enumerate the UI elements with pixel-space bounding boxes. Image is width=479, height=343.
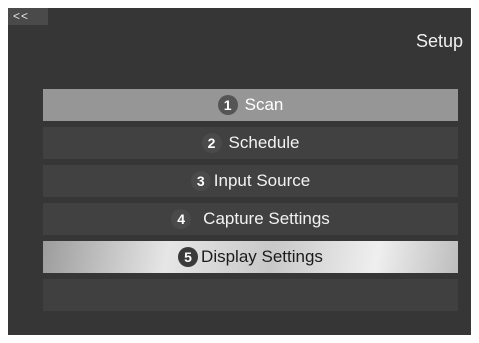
menu-item-label: Input Source — [213, 171, 311, 190]
menu-item-label: Scan — [244, 95, 284, 114]
number-badge-2: 2 — [201, 133, 222, 153]
menu-item-label: Display Settings — [201, 247, 323, 266]
number-badge-1: 1 — [217, 95, 238, 115]
setup-screen: << Setup 1 Scan 2 Schedule 3 Input Sourc… — [8, 8, 471, 335]
number-badge-3: 3 — [190, 171, 211, 191]
menu-item-label: Schedule — [228, 133, 300, 152]
menu-item-empty — [43, 279, 458, 311]
back-button[interactable]: << — [8, 8, 48, 25]
menu-item-capture-settings[interactable]: 4 Capture Settings — [43, 203, 458, 235]
menu-item-scan[interactable]: 1 Scan — [43, 89, 458, 121]
number-badge-5: 5 — [178, 247, 199, 267]
page-title: Setup — [415, 31, 463, 51]
menu-item-display-settings[interactable]: 5 Display Settings — [43, 241, 458, 273]
menu-item-label: Capture Settings — [203, 209, 330, 228]
setup-menu: 1 Scan 2 Schedule 3 Input Source 4 Captu… — [43, 89, 458, 317]
menu-item-input-source[interactable]: 3 Input Source — [43, 165, 458, 197]
menu-item-schedule[interactable]: 2 Schedule — [43, 127, 458, 159]
number-badge-4: 4 — [171, 209, 192, 229]
